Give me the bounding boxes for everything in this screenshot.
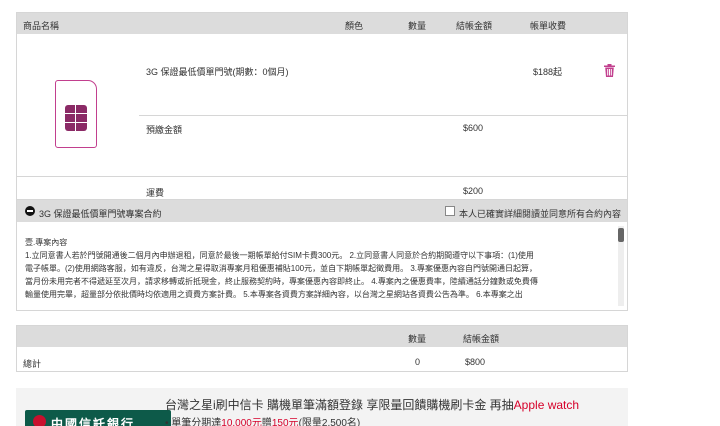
- contract-panel: 3G 保證最低價單門號專案合約 本人已確實詳細閱讀並同意所有合約內容 壹.專案內…: [16, 199, 628, 311]
- cart-table: 商品名稱 顏色 數量 結帳金額 帳單收費 3G 保證最低價單門號(期數：0個月)…: [16, 12, 628, 204]
- total-amount: $800: [465, 357, 486, 367]
- collapse-icon[interactable]: [25, 206, 35, 216]
- row-divider: [139, 115, 627, 116]
- promo-title: 台灣之星i刷中信卡 購機單筆滿額登錄 享限量回饋購機刷卡金 再抽Apple wa…: [165, 396, 579, 413]
- summary-amount-header: 結帳金額: [463, 334, 500, 344]
- agree-label[interactable]: 本人已確實詳細閱讀並同意所有合約內容: [459, 207, 621, 220]
- header-fee: 帳單收費: [530, 21, 567, 31]
- contract-header[interactable]: 3G 保證最低價單門號專案合約 本人已確實詳細閱讀並同意所有合約內容: [17, 200, 627, 222]
- total-qty: 0: [415, 357, 421, 367]
- promo-prefix: • 單筆分期達: [165, 418, 222, 426]
- bank-name: 中國信託銀行: [51, 417, 136, 426]
- contract-line: 壹.專案內容: [25, 238, 68, 247]
- contract-line: 1.立同意書人若於門號開通後二個月內申辦退租，同意於最後一期帳單給付SIM卡費3…: [25, 251, 534, 260]
- promo-detail: • 單筆分期達10,000元贈150元(限量2,500名): [165, 414, 360, 426]
- product-name: 3G 保證最低價單門號(期數：0個月): [146, 67, 289, 77]
- promo-mid: 贈: [261, 418, 272, 426]
- summary-table: 數量 結帳金額 總計 0 $800: [16, 325, 628, 372]
- contract-line: 電子帳單。(2)使用網路客服，如有違反，台灣之星得取消專案月租優惠補貼100元，…: [25, 264, 538, 273]
- shipping-amount: $200: [463, 186, 484, 196]
- promo-title-highlight: Apple watch: [513, 398, 580, 412]
- bank-logo: 中國信託銀行: [25, 410, 171, 426]
- summary-qty-header: 數量: [408, 334, 427, 344]
- contract-line: 輸量使用完畢，超量部分依批價時均依適用之資費方案計費。 5.本專案各資費方案詳細…: [25, 290, 523, 299]
- summary-header: 數量 結帳金額: [17, 326, 627, 347]
- promo-suffix: (限量2,500名): [298, 418, 361, 426]
- total-label: 總計: [23, 359, 42, 369]
- header-color: 顏色: [345, 21, 364, 31]
- product-fee: $188起: [533, 67, 563, 77]
- promo-amount: 10,000元: [221, 418, 262, 426]
- scrollbar-thumb[interactable]: [618, 228, 624, 242]
- contract-scrollbar[interactable]: [618, 226, 624, 306]
- prepay-label: 預繳金額: [146, 125, 183, 135]
- sim-card-icon: [55, 80, 97, 148]
- prepay-amount: $600: [463, 123, 484, 133]
- header-product: 商品名稱: [23, 21, 60, 31]
- promo-bonus: 150元: [271, 418, 299, 426]
- agree-checkbox[interactable]: [445, 206, 455, 216]
- contract-body[interactable]: 壹.專案內容 1.立同意書人若於門號開通後二個月內申辦退租，同意於最後一期帳單給…: [25, 236, 615, 302]
- product-row: 3G 保證最低價單門號(期數：0個月) $188起 預繳金額 $600: [17, 34, 627, 177]
- promo-title-main: 台灣之星i刷中信卡 購機單筆滿額登錄 享限量回饋購機刷卡金 再抽: [165, 398, 514, 412]
- cart-header: 商品名稱 顏色 數量 結帳金額 帳單收費: [17, 13, 627, 34]
- shipping-label: 運費: [146, 188, 165, 198]
- header-qty: 數量: [408, 21, 427, 31]
- bank-emblem-icon: [33, 415, 46, 426]
- contract-line: 當月份未用完者不得遞延至次月，請求移轉或折抵現金，終止服務契約時，專案優惠內容即…: [25, 277, 538, 286]
- header-amount: 結帳金額: [456, 21, 493, 31]
- contract-title: 3G 保證最低價單門號專案合約: [39, 209, 162, 219]
- promo-banner[interactable]: 中國信託銀行 台灣之星i刷中信卡 購機單筆滿額登錄 享限量回饋購機刷卡金 再抽A…: [16, 388, 628, 426]
- trash-icon[interactable]: [604, 64, 615, 77]
